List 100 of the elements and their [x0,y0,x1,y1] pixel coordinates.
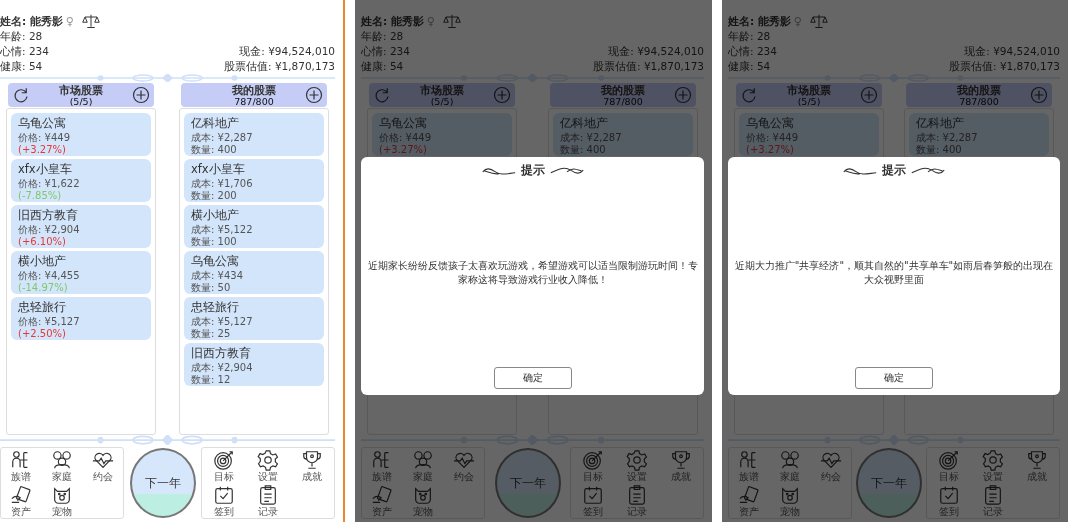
nav-button[interactable]: 目标 [927,448,971,483]
holding-card[interactable]: 亿科地产 成本: ¥2,287 数量: 400 [184,113,324,156]
people-icon [51,449,73,471]
stock-change: (+3.27%) [18,144,67,156]
stock-quantity: 数量: 100 [191,236,238,248]
health-text: 健康: 54 [361,59,405,74]
nav-button[interactable]: 签到 [202,483,246,518]
nav-button[interactable]: 约会 [82,448,123,483]
nav-button[interactable]: 成就 [290,448,334,483]
dialog-title: 提示 [520,162,545,179]
nav-button[interactable]: 宠物 [769,483,811,518]
calendar-check-icon [582,484,604,506]
calendar-check-icon [213,484,235,506]
nav-button[interactable]: 目标 [571,448,615,483]
stock-change: (+3.27%) [746,144,794,156]
flourish-icon [842,165,878,176]
stock-price: 价格: ¥2,904 [18,224,81,236]
stock-card[interactable]: 乌龟公寓 价格: ¥449 (+3.27%) [11,113,151,156]
nav-button[interactable]: 族谱 [1,448,42,483]
dialog-title: 提示 [882,162,906,179]
target-icon [938,449,960,471]
nav-button[interactable]: 宠物 [402,483,444,518]
market-count: (5/5) [797,96,821,107]
nav-button[interactable]: 家庭 [769,448,811,483]
stock-name: 横小地产 [191,207,240,224]
stock-value-text: 股票估值: ¥1,870,173 [224,59,335,74]
flourish-icon [480,165,517,176]
cash-text: 现金: ¥94,524,010 [608,44,704,59]
dialog-message: 近期大力推广"共享经济"，顺其自然的"共享单车"如雨后春笋般的出现在大众视野里面 [734,259,1054,287]
stock-quantity: 数量: 25 [191,328,232,340]
nav-button[interactable]: 目标 [202,448,246,483]
nav-button[interactable]: 资产 [1,483,42,518]
stock-value-text: 股票估值: ¥1,870,173 [949,59,1060,74]
mood-text: 心情: 234 [361,44,411,59]
mood-text: 心情: 234 [728,44,778,59]
stock-name: 忠轻旅行 [191,299,240,316]
stock-card[interactable]: 乌龟公寓 价格: ¥449 (+3.27%) [372,113,512,156]
stock-price: 价格: ¥449 [746,132,799,144]
nav-button[interactable]: 设置 [246,448,290,483]
stock-name: 乌龟公寓 [379,115,428,132]
holding-card[interactable]: xfx小皇车 成本: ¥1,706 数量: 200 [184,159,324,202]
nav-button[interactable]: 宠物 [41,483,83,518]
player-name: 姓名: 能秀影 [0,14,63,29]
portfolio-count: 787/800 [603,96,643,107]
holding-card[interactable]: 乌龟公寓 成本: ¥434 数量: 50 [184,251,324,294]
stock-change: (-14.97%) [18,282,69,294]
stock-name: 亿科地产 [191,115,240,132]
nav-button[interactable]: 资产 [362,483,403,518]
holding-card[interactable]: 横小地产 成本: ¥5,122 数量: 100 [184,205,324,248]
next-year-button[interactable]: 下一年 [494,448,561,518]
stock-price: 价格: ¥4,455 [18,270,81,282]
stock-change: (-7.85%) [18,190,63,202]
next-year-button[interactable]: 下一年 [129,448,196,518]
stock-quantity: 数量: 200 [191,190,238,202]
market-title: 市场股票 [787,83,831,97]
nav-button[interactable]: 家庭 [402,448,444,483]
portfolio-count: 787/800 [234,96,274,107]
confirm-button[interactable]: 确定 [493,367,572,389]
market-count: (5/5) [430,96,454,107]
stock-name: xfx小皇车 [191,161,246,178]
target-icon [582,449,604,471]
next-year-button[interactable]: 下一年 [856,448,922,518]
age-text: 年龄: 28 [728,29,772,44]
stock-card[interactable]: 横小地产 价格: ¥4,455 (-14.97%) [11,251,151,294]
nav-button[interactable]: 约会 [443,448,484,483]
stock-card[interactable]: xfx小皇车 价格: ¥1,622 (-7.85%) [11,159,151,202]
flourish-icon [910,165,946,176]
stock-card[interactable]: 乌龟公寓 价格: ¥449 (+3.27%) [739,113,879,156]
stock-cost: 成本: ¥5,122 [191,224,254,236]
cash-text: 现金: ¥94,524,010 [964,44,1060,59]
confirm-button[interactable]: 确定 [855,367,933,389]
cash-text: 现金: ¥94,524,010 [239,44,335,59]
gear-icon [982,449,1004,471]
scales-icon [808,14,829,29]
nav-button[interactable]: 家庭 [41,448,83,483]
refresh-icon[interactable] [12,86,30,104]
nav-button[interactable]: 族谱 [362,448,403,483]
player-name: 姓名: 能秀影 [361,14,424,29]
nav-button[interactable]: 记录 [246,483,290,518]
add-icon[interactable] [132,86,150,104]
stock-card[interactable]: 旧西方教育 价格: ¥2,904 (+6.10%) [11,205,151,248]
stock-name: xfx小皇车 [18,161,73,178]
add-icon[interactable] [305,86,323,104]
stock-quantity: 数量: 400 [191,144,238,156]
market-title: 市场股票 [59,83,103,97]
hand-card-icon [10,484,33,506]
nav-button[interactable]: 资产 [729,483,770,518]
gender-symbol: ♀ [793,14,802,29]
holding-card[interactable]: 旧西方教育 成本: ¥2,904 数量: 12 [184,343,324,386]
stock-card[interactable]: 忠轻旅行 价格: ¥5,127 (+2.50%) [11,297,151,340]
player-name: 姓名: 能秀影 [728,14,791,29]
portfolio-title: 我的股票 [957,83,1001,97]
nav-button[interactable]: 族谱 [729,448,770,483]
stock-change: (+3.27%) [379,144,427,156]
nav-button[interactable]: 约会 [810,448,851,483]
gender-symbol: ♀ [65,14,74,29]
gear-icon [257,449,279,471]
stock-cost: 成本: ¥434 [191,270,244,282]
holding-card[interactable]: 忠轻旅行 成本: ¥5,127 数量: 25 [184,297,324,340]
stock-name: 横小地产 [18,253,67,270]
